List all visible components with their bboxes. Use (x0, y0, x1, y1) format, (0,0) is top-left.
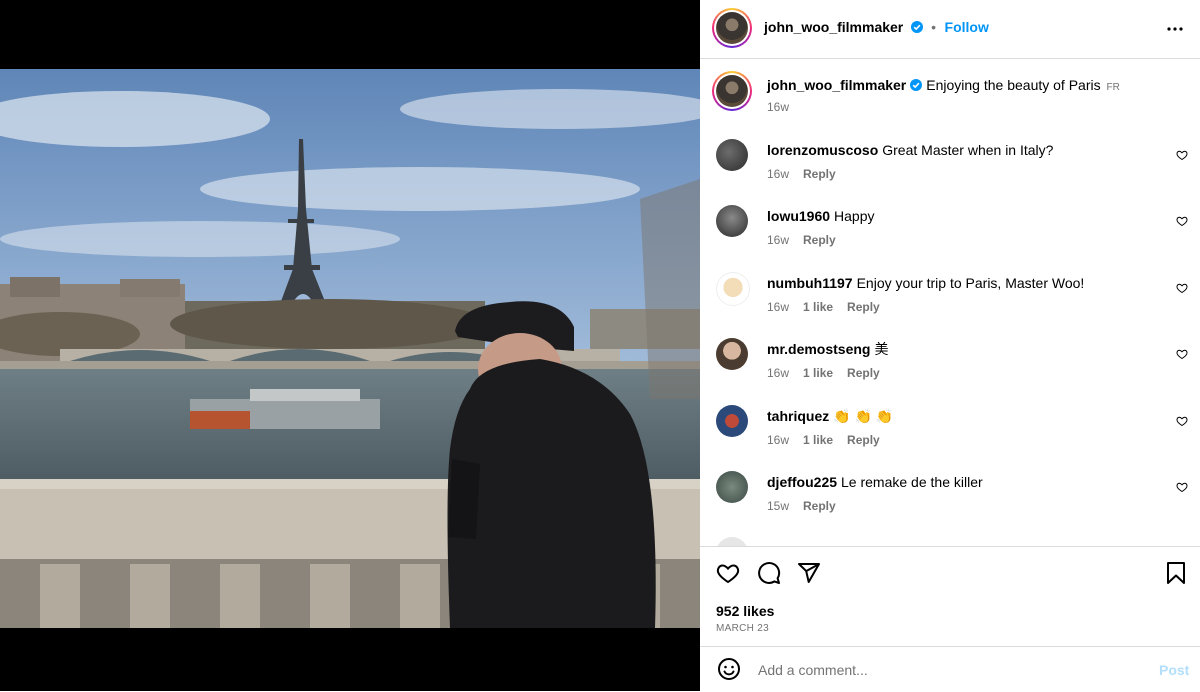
comment-meta: 16w Reply (767, 167, 850, 181)
post-date: MARCH 23 (716, 623, 769, 634)
comment-body: Great Master when in Italy? (882, 142, 1054, 158)
follow-button[interactable]: Follow (945, 19, 989, 35)
commenter-avatar[interactable] (716, 272, 750, 306)
commenter-avatar[interactable] (716, 471, 748, 503)
reply-button[interactable]: Reply (847, 433, 880, 447)
caption-username[interactable]: john_woo_filmmaker (767, 77, 906, 93)
author-avatar[interactable] (712, 8, 752, 48)
emoji-icon[interactable] (717, 657, 741, 681)
commenter-avatar[interactable] (716, 205, 748, 237)
comment-body: 👏 👏 👏 (833, 408, 894, 424)
comment-item: lowu1960 Happy 16w Reply (700, 205, 1200, 265)
comment-meta: 16w 1 like Reply (767, 366, 894, 380)
more-options-icon[interactable] (1166, 22, 1184, 36)
comment-likes[interactable]: 1 like (803, 300, 833, 314)
commenter-avatar[interactable] (716, 139, 748, 171)
reply-button[interactable]: Reply (847, 300, 880, 314)
caption-meta: 16w (767, 100, 803, 114)
reply-button[interactable]: Reply (847, 366, 880, 380)
comments-list[interactable]: john_woo_filmmaker Enjoying the beauty of… (700, 59, 1200, 546)
comment-time: 16w (767, 167, 790, 181)
comment-icon[interactable] (757, 561, 781, 585)
comment-likes[interactable]: 1 like (803, 433, 833, 447)
action-bar: 952 likes MARCH 23 (700, 546, 1200, 647)
paris-photo-illustration (0, 69, 700, 628)
comment-time: 16w (767, 233, 790, 247)
heart-icon[interactable] (1176, 415, 1188, 427)
comment-body: Enjoy your trip to Paris, Master Woo! (856, 275, 1085, 291)
post-sidebar: john_woo_filmmaker • Follow john_woo_fil… (700, 0, 1200, 691)
verified-badge-icon (910, 79, 923, 91)
heart-icon[interactable] (1176, 215, 1188, 227)
header-separator: • (931, 19, 937, 35)
heart-icon[interactable] (1176, 149, 1188, 161)
caption-row: john_woo_filmmaker Enjoying the beauty of… (700, 71, 1200, 131)
comment-input[interactable] (756, 657, 1140, 683)
comment-item: numbuh1197 Enjoy your trip to Paris, Mast… (700, 272, 1200, 332)
commenter-avatar[interactable] (716, 338, 748, 370)
comment-item: mr.demostseng 美 16w 1 like Reply (700, 338, 1200, 398)
caption-text: john_woo_filmmaker Enjoying the beauty of… (767, 76, 1157, 97)
reply-button[interactable]: Reply (803, 167, 836, 181)
comment-text: djeffou225 Le remake de the killer (767, 473, 1157, 491)
comment-username[interactable]: mr.demostseng (767, 341, 870, 357)
comment-meta: 15w Reply (767, 499, 850, 513)
comment-likes[interactable]: 1 like (803, 366, 833, 380)
heart-icon[interactable] (1176, 348, 1188, 360)
verified-badge-icon (910, 21, 923, 33)
comment-time: 16w (767, 366, 790, 380)
comment-text: mr.demostseng 美 (767, 340, 1157, 358)
post-header: john_woo_filmmaker • Follow (700, 0, 1200, 59)
comment-time: 16w (767, 300, 790, 314)
post-comment-button[interactable]: Post (1159, 662, 1189, 678)
comment-username[interactable]: lorenzomuscoso (767, 142, 878, 158)
commenter-avatar[interactable] (716, 405, 748, 437)
bookmark-icon[interactable] (1165, 561, 1187, 585)
heart-icon[interactable] (1176, 481, 1188, 493)
comment-time: 15w (767, 499, 790, 513)
reply-button[interactable]: Reply (803, 233, 836, 247)
author-info: john_woo_filmmaker • Follow (764, 19, 989, 37)
comment-item: djeffou225 Le remake de the killer 15w Rep… (700, 471, 1200, 531)
comment-composer: Post (700, 646, 1200, 692)
comment-text: lorenzomuscoso Great Master when in Italy… (767, 141, 1157, 159)
caption-avatar[interactable] (712, 71, 752, 111)
like-heart-icon[interactable] (716, 561, 740, 585)
comment-time: 16w (767, 433, 790, 447)
comment-item: tahriquez 👏 👏 👏 16w 1 like Reply (700, 405, 1200, 465)
comment-username[interactable]: lowu1960 (767, 208, 830, 224)
author-username[interactable]: john_woo_filmmaker (764, 19, 903, 35)
comment-username[interactable]: djeffou225 (767, 474, 837, 490)
comment-body: Happy (834, 208, 875, 224)
caption-language: FR (1106, 82, 1120, 93)
reply-button[interactable]: Reply (803, 499, 836, 513)
comment-meta: 16w 1 like Reply (767, 433, 894, 447)
heart-icon[interactable] (1176, 282, 1188, 294)
comment-username[interactable]: tahriquez (767, 408, 829, 424)
comment-text: lowu1960 Happy (767, 207, 1157, 225)
comment-meta: 16w Reply (767, 233, 850, 247)
post-media (0, 0, 700, 691)
commenter-avatar[interactable] (716, 537, 748, 546)
comment-body: 美 (874, 341, 889, 357)
comment-meta: 16w 1 like Reply (767, 300, 894, 314)
caption-time: 16w (767, 100, 790, 114)
caption-body: Enjoying the beauty of Paris (926, 77, 1101, 93)
comment-text: tahriquez 👏 👏 👏 (767, 407, 1157, 425)
comment-text: numbuh1197 Enjoy your trip to Paris, Mast… (767, 274, 1157, 292)
comment-item: lorenzomuscoso Great Master when in Italy… (700, 139, 1200, 199)
post-photo[interactable] (0, 69, 700, 628)
like-count[interactable]: 952 likes (716, 603, 774, 619)
comment-username[interactable]: numbuh1197 (767, 275, 853, 291)
comment-body: Le remake de the killer (841, 474, 983, 490)
share-icon[interactable] (797, 561, 821, 585)
comment-item-partial (700, 537, 1200, 546)
